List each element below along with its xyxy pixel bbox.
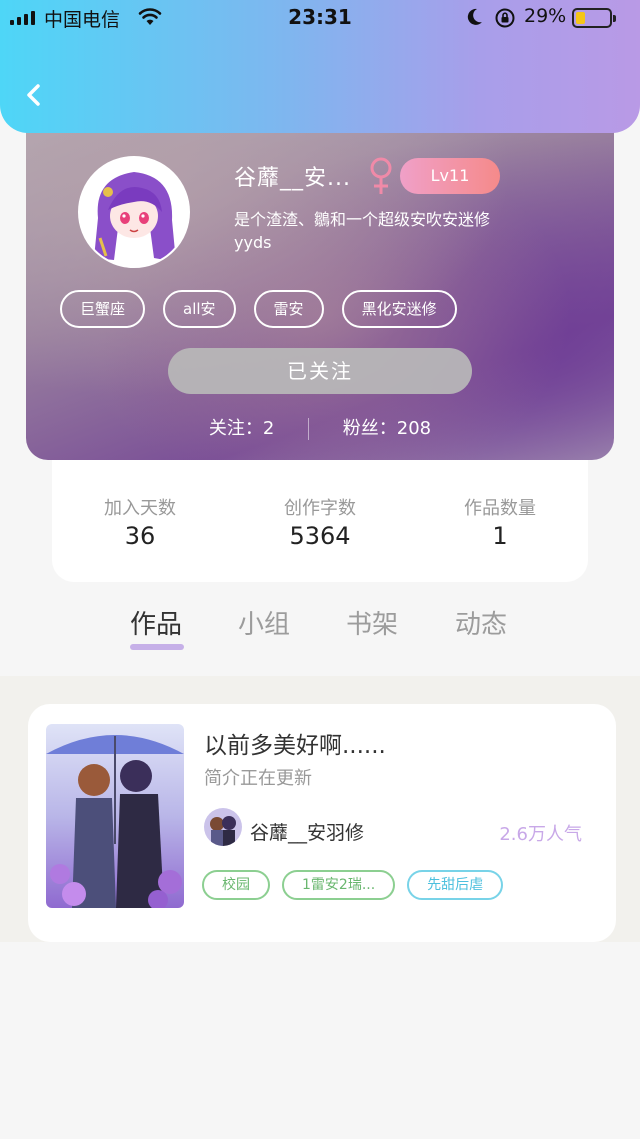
author-avatar[interactable] bbox=[204, 808, 242, 846]
top-header: 中国电信 23:31 29% bbox=[0, 0, 640, 133]
status-bar: 中国电信 23:31 29% bbox=[0, 0, 640, 36]
stat-value: 1 bbox=[492, 522, 508, 550]
work-tag[interactable]: 先甜后虐 bbox=[407, 870, 504, 900]
follow-button[interactable]: 已关注 bbox=[168, 348, 472, 394]
profile-tag[interactable]: 黑化安迷修 bbox=[341, 290, 457, 328]
moon-icon bbox=[467, 8, 482, 25]
tab-bookshelf[interactable]: 书架 bbox=[346, 604, 398, 641]
profile-tabs: 作品 小组 书架 动态 bbox=[0, 600, 640, 676]
profile-tag[interactable]: 巨蟹座 bbox=[60, 290, 146, 328]
stat-value: 36 bbox=[124, 522, 156, 550]
tab-activity[interactable]: 动态 bbox=[455, 604, 507, 641]
battery-percent: 29% bbox=[524, 5, 567, 27]
stat-value: 5364 bbox=[289, 522, 351, 550]
work-cover-image[interactable] bbox=[46, 724, 184, 908]
level-badge: Lv11 bbox=[400, 158, 500, 194]
stat-works-count: 作品数量 1 bbox=[452, 460, 548, 582]
followers-count[interactable]: 粉丝：208 bbox=[343, 414, 431, 440]
work-popularity: 2.6万人气 bbox=[499, 824, 582, 845]
work-tag[interactable]: 1雷安2瑞... bbox=[282, 870, 396, 900]
username: 谷蘼__安... bbox=[234, 166, 351, 191]
back-chevron-left-icon[interactable] bbox=[22, 80, 46, 110]
female-icon bbox=[370, 157, 392, 194]
active-tab-indicator bbox=[130, 644, 184, 650]
following-count[interactable]: 关注：2 bbox=[209, 414, 274, 440]
tab-works[interactable]: 作品 bbox=[130, 604, 182, 641]
rotation-lock-icon bbox=[495, 8, 515, 28]
divider bbox=[308, 418, 310, 440]
stat-join-days: 加入天数 36 bbox=[92, 460, 188, 582]
work-title[interactable]: 以前多美好啊...... bbox=[204, 726, 386, 760]
profile-tag[interactable]: 雷安 bbox=[253, 290, 324, 328]
stat-label: 加入天数 bbox=[104, 498, 176, 519]
work-tag[interactable]: 校园 bbox=[202, 870, 270, 900]
stats-card: 加入天数 36 创作字数 5364 作品数量 1 bbox=[52, 460, 588, 582]
user-bio: 是个渣渣、鶵和一个超级安吹安迷修yyds bbox=[234, 210, 491, 252]
work-card[interactable]: 以前多美好啊...... 简介正在更新 谷蘼__安羽修 2.6万人气 校园 1雷… bbox=[28, 704, 616, 942]
stat-word-count: 创作字数 5364 bbox=[272, 460, 368, 582]
work-intro: 简介正在更新 bbox=[204, 768, 312, 789]
stat-label: 作品数量 bbox=[464, 498, 536, 519]
profile-tags: 巨蟹座 all安 雷安 黑化安迷修 bbox=[60, 290, 457, 328]
profile-tag[interactable]: all安 bbox=[163, 290, 236, 328]
battery-icon bbox=[572, 8, 616, 28]
work-author[interactable]: 谷蘼__安羽修 bbox=[250, 818, 364, 845]
follow-counts: 关注：2 粉丝：208 bbox=[26, 414, 614, 440]
profile-card: 谷蘼__安... Lv11 是个渣渣、鶵和一个超级安吹安迷修yyds 巨蟹座 a… bbox=[26, 98, 614, 460]
work-tags: 校园 1雷安2瑞... 先甜后虐 bbox=[202, 870, 504, 900]
avatar[interactable] bbox=[78, 156, 190, 268]
tab-groups[interactable]: 小组 bbox=[238, 604, 290, 641]
stat-label: 创作字数 bbox=[284, 498, 356, 519]
